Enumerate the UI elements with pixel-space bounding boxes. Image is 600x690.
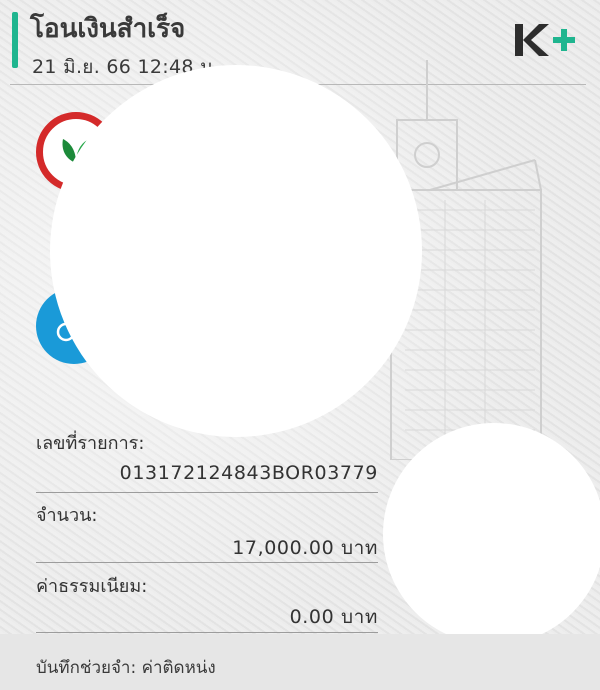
row-divider [36,492,378,493]
amount-label: จำนวน: [36,505,98,526]
row-divider [36,562,378,563]
header-accent-bar [12,12,18,68]
reference-label: เลขที่รายการ: [36,433,145,454]
redaction-circle [50,65,422,437]
fee-value: 0.00 บาท [289,606,378,628]
redaction-circle [383,423,600,645]
row-divider [36,632,378,633]
amount-value: 17,000.00 บาท [232,537,378,559]
kplus-logo-icon [513,18,577,62]
fee-label: ค่าธรรมเนียม: [36,576,148,597]
reference-value: 013172124843BOR03779 [119,462,378,484]
memo-text: บันทึกช่วยจำ: ค่าติดหน่ง [36,658,216,678]
page-title: โอนเงินสำเร็จ [30,14,186,44]
transfer-slip: โอนเงินสำเร็จ 21 มิ.ย. 66 12:48 น. เลขที… [0,0,600,690]
